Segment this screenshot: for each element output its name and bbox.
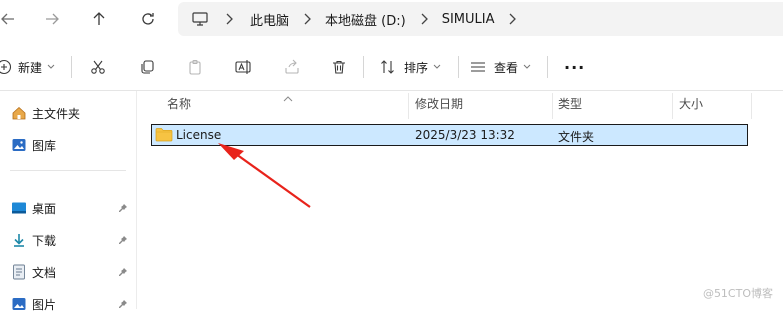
watermark: @51CTO博客 <box>702 287 773 300</box>
annotation-arrow <box>218 143 311 208</box>
